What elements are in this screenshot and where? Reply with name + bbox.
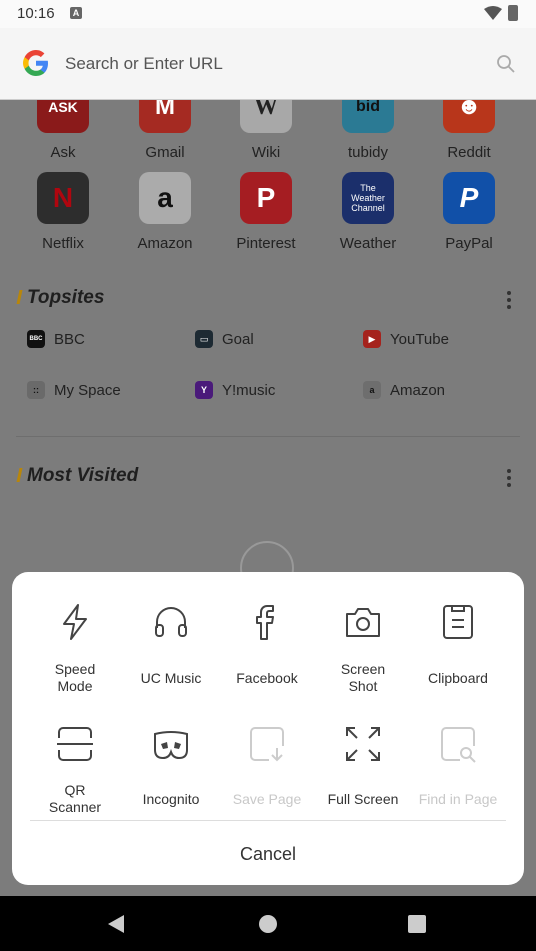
lightning-icon bbox=[63, 604, 87, 640]
topsite-ymusic[interactable]: Y Y!music bbox=[195, 381, 275, 399]
status-time: 10:16 bbox=[17, 5, 55, 22]
recent-apps-icon[interactable] bbox=[408, 915, 426, 933]
clipboard-icon bbox=[443, 605, 473, 639]
address-bar[interactable]: Search or Enter URL bbox=[0, 28, 536, 100]
speed-dial-paypal[interactable]: P PayPal bbox=[421, 172, 517, 252]
speed-dial-ask[interactable]: ASK Ask bbox=[15, 100, 111, 161]
scan-icon bbox=[57, 727, 93, 761]
speed-dial-gmail[interactable]: M Gmail bbox=[117, 100, 213, 161]
full-screen-button[interactable]: Full Screen bbox=[313, 724, 413, 808]
amazon-icon: a bbox=[139, 172, 191, 224]
speed-mode-button[interactable]: Speed Mode bbox=[25, 602, 125, 695]
paypal-icon: P bbox=[443, 172, 495, 224]
speed-dial-amazon[interactable]: a Amazon bbox=[117, 172, 213, 252]
wifi-icon bbox=[484, 6, 502, 20]
mask-icon bbox=[154, 731, 188, 760]
save-page-button[interactable]: Save Page bbox=[217, 724, 317, 808]
address-input[interactable]: Search or Enter URL bbox=[65, 54, 223, 74]
section-divider bbox=[16, 436, 520, 437]
reddit-icon: ☻ bbox=[443, 100, 495, 133]
screen-shot-button[interactable]: Screen Shot bbox=[313, 602, 413, 695]
sheet-divider bbox=[30, 820, 506, 821]
headphones-icon bbox=[155, 607, 187, 637]
battery-icon bbox=[508, 5, 518, 21]
pinterest-icon: P bbox=[240, 172, 292, 224]
myspace-icon: :: bbox=[27, 381, 45, 399]
topsite-amazon[interactable]: a Amazon bbox=[363, 381, 445, 399]
clipboard-button[interactable]: Clipboard bbox=[408, 602, 508, 687]
ask-icon: ASK bbox=[37, 100, 89, 133]
home-icon[interactable] bbox=[259, 915, 277, 933]
wiki-icon: W bbox=[240, 100, 292, 133]
weather-channel-icon: The Weather Channel bbox=[342, 172, 394, 224]
ymusic-icon: Y bbox=[195, 381, 213, 399]
save-page-icon bbox=[250, 727, 284, 762]
camera-icon bbox=[346, 608, 380, 637]
fullscreen-icon bbox=[346, 727, 380, 761]
qr-scanner-button[interactable]: QR Scanner bbox=[25, 724, 125, 816]
tubidy-icon: bid bbox=[342, 100, 394, 133]
facebook-icon bbox=[256, 605, 274, 640]
netflix-icon: N bbox=[37, 172, 89, 224]
most-visited-title: Most Visited bbox=[16, 465, 138, 487]
search-icon[interactable] bbox=[496, 54, 516, 74]
status-bar: 10:16 A bbox=[0, 0, 536, 28]
speed-dial-netflix[interactable]: N Netflix bbox=[15, 172, 111, 252]
speed-dial-reddit[interactable]: ☻ Reddit bbox=[421, 100, 517, 161]
find-in-page-icon bbox=[441, 727, 476, 763]
uc-music-button[interactable]: UC Music bbox=[121, 602, 221, 687]
topsite-myspace[interactable]: :: My Space bbox=[27, 381, 121, 399]
cancel-button[interactable]: Cancel bbox=[12, 844, 524, 865]
back-icon[interactable] bbox=[108, 915, 124, 933]
notification-icon: A bbox=[70, 7, 82, 19]
most-visited-more-icon[interactable] bbox=[506, 469, 512, 487]
goal-icon: ▭ bbox=[195, 330, 213, 348]
quick-menu-sheet: Speed Mode UC Music Facebook Screen Shot… bbox=[12, 572, 524, 885]
gmail-icon: M bbox=[139, 100, 191, 133]
topsites-more-icon[interactable] bbox=[506, 291, 512, 309]
google-logo-icon bbox=[23, 50, 48, 76]
youtube-icon: ▶ bbox=[363, 330, 381, 348]
speed-dial-weather[interactable]: The Weather Channel Weather bbox=[320, 172, 416, 252]
amazon-small-icon: a bbox=[363, 381, 381, 399]
topsite-youtube[interactable]: ▶ YouTube bbox=[363, 330, 449, 348]
topsite-goal[interactable]: ▭ Goal bbox=[195, 330, 254, 348]
incognito-button[interactable]: Incognito bbox=[121, 724, 221, 808]
speed-dial-wiki[interactable]: W Wiki bbox=[218, 100, 314, 161]
bbc-icon: BBC bbox=[27, 330, 45, 348]
topsites-title: Topsites bbox=[16, 287, 104, 309]
topsite-bbc[interactable]: BBC BBC bbox=[27, 330, 85, 348]
navigation-bar bbox=[0, 896, 536, 951]
find-in-page-button[interactable]: Find in Page bbox=[408, 724, 508, 808]
speed-dial-tubidy[interactable]: bid tubidy bbox=[320, 100, 416, 161]
facebook-button[interactable]: Facebook bbox=[217, 602, 317, 687]
speed-dial-pinterest[interactable]: P Pinterest bbox=[218, 172, 314, 252]
